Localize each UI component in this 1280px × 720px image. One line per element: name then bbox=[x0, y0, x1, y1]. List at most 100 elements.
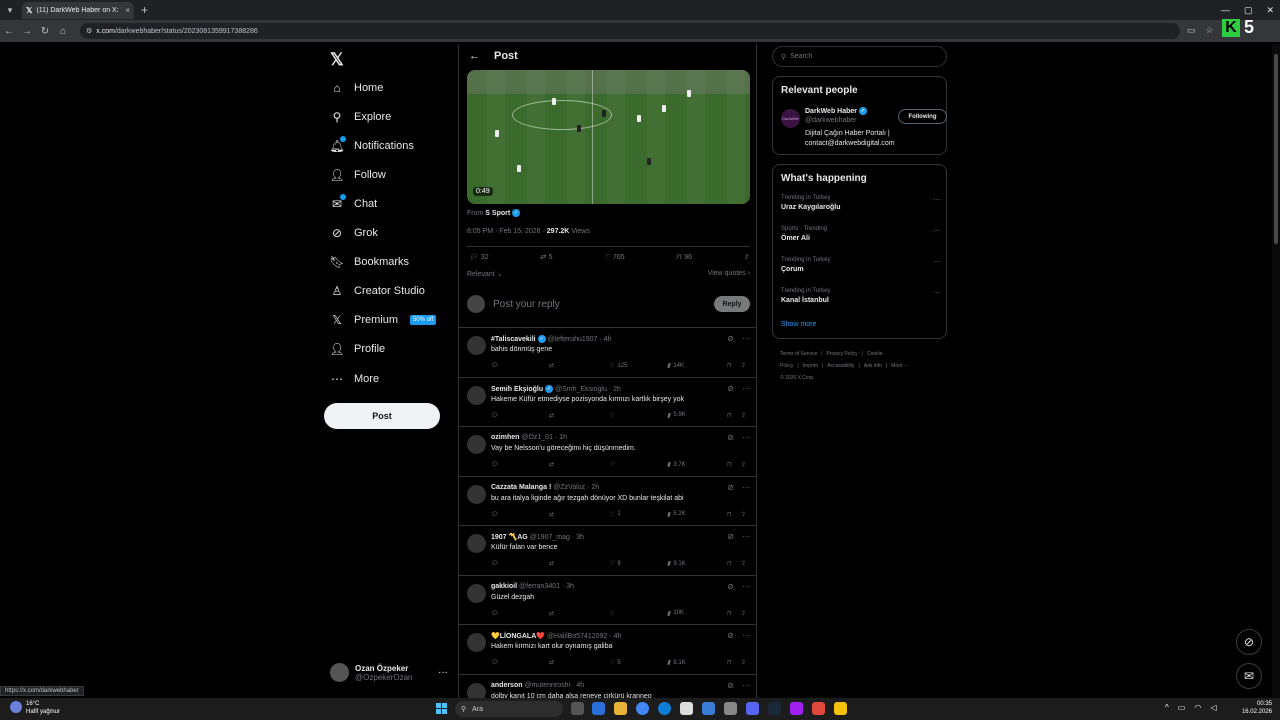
grok-icon[interactable]: ⊘ bbox=[727, 384, 734, 393]
more-dots-icon[interactable]: ··· bbox=[438, 667, 448, 678]
nav-item-more[interactable]: ⋯ More bbox=[330, 369, 379, 389]
app-icon[interactable] bbox=[790, 702, 803, 715]
wifi-icon[interactable]: ◠ bbox=[1194, 703, 1201, 712]
bookmark-icon[interactable]: ⊓ bbox=[727, 610, 732, 617]
close-window-button[interactable]: ✕ bbox=[1266, 5, 1274, 16]
footer-link[interactable]: Ads info bbox=[864, 363, 882, 369]
like-action[interactable]: ♡ bbox=[609, 412, 617, 419]
more-dots-icon[interactable]: ··· bbox=[933, 195, 941, 204]
grok-icon[interactable]: ⊘ bbox=[727, 334, 734, 343]
share-icon[interactable]: ⇪ bbox=[741, 362, 746, 369]
bookmark-icon[interactable]: ⊓ bbox=[727, 362, 732, 369]
volume-icon[interactable]: ◁ bbox=[1210, 703, 1216, 712]
show-more-link[interactable]: Show more bbox=[781, 321, 816, 328]
more-dots-icon[interactable]: ··· bbox=[742, 334, 750, 343]
avatar[interactable] bbox=[467, 336, 486, 355]
avatar[interactable] bbox=[467, 385, 486, 405]
edge-icon[interactable] bbox=[658, 702, 671, 715]
views-action[interactable]: ▮ 9.1K bbox=[667, 560, 686, 568]
cast-icon[interactable]: ▭ bbox=[1187, 25, 1196, 36]
avatar[interactable] bbox=[467, 583, 486, 603]
reply-input[interactable]: Post your reply bbox=[493, 299, 714, 310]
grok-icon[interactable]: ⊘ bbox=[727, 483, 734, 492]
more-dots-icon[interactable]: ··· bbox=[933, 257, 941, 266]
weather-widget[interactable]: 16°C Hafif yağmur bbox=[10, 700, 60, 716]
share-icon[interactable]: ⇪ bbox=[741, 659, 746, 666]
more-dots-icon[interactable]: ··· bbox=[933, 288, 941, 297]
reply-icon[interactable]: 💬︎ bbox=[491, 461, 499, 468]
avatar[interactable] bbox=[467, 633, 486, 652]
reply-icon[interactable]: 💬︎ bbox=[491, 412, 499, 419]
new-tab-button[interactable]: + bbox=[141, 3, 148, 17]
reload-icon[interactable]: ↻ bbox=[36, 26, 54, 37]
views-action[interactable]: ▮ 14K bbox=[667, 362, 684, 370]
bookmark-icon[interactable]: ⊓ bbox=[727, 511, 732, 518]
page-scrollbar[interactable] bbox=[1272, 44, 1280, 700]
reply-item[interactable]: #Taliscavekili ✓ @lefteruhu1907 · 4h bah… bbox=[459, 327, 756, 376]
avatar[interactable] bbox=[467, 484, 486, 504]
like-action[interactable]: ♡ 5 bbox=[609, 659, 621, 667]
back-icon[interactable]: ← bbox=[0, 26, 18, 37]
views-action[interactable]: ▮ 5.9K bbox=[667, 412, 686, 419]
nav-item-chat[interactable]: ✉ Chat bbox=[330, 194, 377, 214]
url-field[interactable]: ⚙ x.com/darkwebhaber/status/202308135991… bbox=[80, 23, 1180, 39]
reply-item[interactable]: gakkioil @ferran3401 · 3h Güzel dezgah ⊘… bbox=[459, 574, 756, 624]
repost-icon[interactable]: ⇄ bbox=[549, 610, 554, 617]
maximize-button[interactable]: ▢ bbox=[1244, 5, 1253, 16]
nav-item-creator-studio[interactable]: ♙ Creator Studio bbox=[330, 281, 425, 301]
more-dots-icon[interactable]: ··· bbox=[742, 483, 750, 492]
sort-dropdown[interactable]: Relevant ⌄ bbox=[467, 270, 502, 278]
file-explorer-icon[interactable] bbox=[614, 702, 627, 715]
reply-item[interactable]: Semih Ekşioğlu ✓ @Smh_Eksioglu · 2h Hake… bbox=[459, 376, 756, 426]
reply-item[interactable]: 💛LİONGALA❤️ @HalilBo57412092 · 4h Hakem … bbox=[459, 624, 756, 673]
tab-search-button[interactable]: ▾ bbox=[0, 0, 20, 20]
nav-item-profile[interactable]: 👤︎ Profile bbox=[329, 339, 385, 359]
forward-icon[interactable]: → bbox=[18, 26, 36, 37]
search-input[interactable]: ⚲ Search bbox=[772, 46, 947, 67]
bookmark-icon[interactable]: ⊓ bbox=[727, 412, 732, 419]
task-view-icon[interactable] bbox=[571, 702, 584, 715]
nav-item-grok[interactable]: ⊘ Grok bbox=[330, 223, 378, 243]
more-dots-icon[interactable]: ··· bbox=[933, 226, 941, 235]
share-icon[interactable]: ⇪ bbox=[741, 461, 746, 468]
trend-item[interactable]: Trending in Turkey Çorum ··· bbox=[781, 257, 941, 273]
bookmark-icon[interactable]: ⊓ bbox=[727, 461, 732, 468]
footer-link[interactable]: Accessibility bbox=[827, 363, 854, 369]
view-quotes-link[interactable]: View quotes › bbox=[708, 270, 750, 278]
reply-author[interactable]: Cazzata Malanga ! bbox=[491, 484, 551, 491]
share-icon[interactable]: ⇪ bbox=[741, 560, 746, 567]
video-player[interactable]: 0:49 bbox=[467, 70, 750, 204]
trend-item[interactable]: Trending in Turkey Uraz Kaygılaroğlu ··· bbox=[781, 195, 941, 211]
network-icon[interactable]: ▭ bbox=[1178, 703, 1186, 712]
repost-action[interactable]: ⇄ 5 bbox=[540, 253, 553, 262]
like-action[interactable]: ♡ 765 bbox=[604, 253, 625, 262]
site-info-icon[interactable]: ⚙ bbox=[86, 27, 92, 35]
footer-link[interactable]: Imprint bbox=[803, 363, 818, 369]
avatar[interactable] bbox=[467, 534, 486, 553]
taskbar-clock[interactable]: 00:35 16.02.2026 bbox=[1240, 700, 1272, 716]
reply-action[interactable]: 💬︎ 32 bbox=[469, 253, 489, 262]
active-tab[interactable]: 𝕏 (11) DarkWeb Haber on X: "Ha × bbox=[22, 2, 134, 19]
views-action[interactable]: ▮ 3.7K bbox=[667, 461, 686, 469]
reply-icon[interactable]: 💬︎ bbox=[491, 362, 499, 369]
account-switcher[interactable]: Ozan Özpeker @OzpekerOzan ··· bbox=[330, 663, 448, 682]
share-action[interactable]: ⇪ bbox=[743, 253, 749, 261]
nav-item-premium[interactable]: 𝕏 Premium 50% off bbox=[330, 310, 437, 330]
nav-item-explore[interactable]: ⚲ Explore bbox=[330, 107, 392, 127]
more-dots-icon[interactable]: ··· bbox=[742, 681, 750, 690]
footer-link[interactable]: Terms of Service bbox=[780, 351, 817, 357]
post-time[interactable]: 8:05 PM · Feb 15, 2026 · bbox=[467, 228, 545, 235]
app-icon[interactable] bbox=[702, 702, 715, 715]
more-dots-icon[interactable]: ··· bbox=[742, 384, 750, 393]
reply-icon[interactable]: 💬︎ bbox=[491, 511, 499, 518]
grok-fab-button[interactable]: ⊘ bbox=[1236, 629, 1262, 655]
share-icon[interactable]: ⇪ bbox=[741, 511, 746, 518]
share-icon[interactable]: ⇪ bbox=[741, 412, 746, 419]
post-button[interactable]: Post bbox=[324, 403, 440, 429]
chevron-up-icon[interactable]: ^ bbox=[1165, 703, 1169, 712]
more-dots-icon[interactable]: ··· bbox=[742, 532, 750, 541]
repost-icon[interactable]: ⇄ bbox=[549, 362, 554, 369]
more-dots-icon[interactable]: ··· bbox=[742, 582, 750, 591]
chrome-icon[interactable] bbox=[636, 702, 649, 715]
home-browser-icon[interactable]: ⌂ bbox=[54, 26, 72, 37]
